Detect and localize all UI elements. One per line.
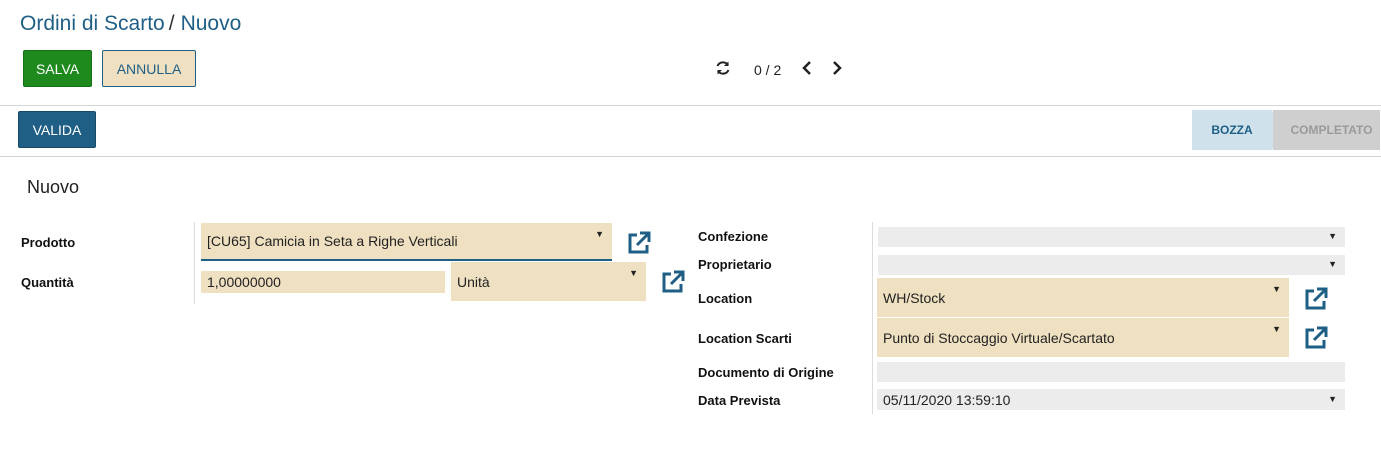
- caret-down-icon[interactable]: ▼: [629, 268, 638, 278]
- date-expected-field[interactable]: 05/11/2020 13:59:10 ▼: [877, 389, 1345, 410]
- caret-down-icon[interactable]: ▼: [1328, 231, 1337, 241]
- column-divider-left: [194, 222, 195, 304]
- chevron-right-icon[interactable]: [826, 60, 848, 81]
- control-panel: Ordini di Scarto / Nuovo SALVA ANNULLA 0 /…: [0, 0, 1381, 106]
- quantity-label: Quantità: [21, 275, 74, 290]
- refresh-icon-glyph: [716, 60, 730, 75]
- breadcrumb: Ordini di Scarto / Nuovo: [20, 12, 241, 36]
- product-field[interactable]: [CU65] Camicia in Seta a Righe Verticali…: [201, 223, 612, 261]
- save-button[interactable]: SALVA: [23, 50, 92, 87]
- scrap-location-label: Location Scarti: [698, 331, 792, 346]
- validate-button[interactable]: VALIDA: [18, 111, 96, 148]
- caret-down-icon[interactable]: ▼: [1328, 259, 1337, 269]
- origin-field[interactable]: [877, 362, 1345, 382]
- page-title: Nuovo: [27, 177, 80, 197]
- column-divider-right: [872, 222, 873, 414]
- quantity-field[interactable]: 1,00000000: [201, 271, 445, 293]
- origin-label: Documento di Origine: [698, 365, 834, 380]
- status-bar: VALIDA BOZZA COMPLETATO: [0, 106, 1381, 157]
- uom-field[interactable]: Unità ▼: [451, 262, 646, 301]
- package-field[interactable]: ▼: [878, 227, 1345, 247]
- date-expected-label: Data Prevista: [698, 393, 781, 408]
- chevron-left-icon[interactable]: [796, 60, 818, 81]
- caret-down-icon[interactable]: ▼: [1272, 284, 1281, 294]
- breadcrumb-separator: /: [168, 12, 175, 35]
- external-link-icon[interactable]: [1303, 286, 1329, 312]
- location-label: Location: [698, 291, 753, 306]
- date-expected-value: 05/11/2020 13:59:10: [883, 391, 1011, 408]
- breadcrumb-current: Nuovo: [180, 12, 242, 35]
- owner-label: Proprietario: [698, 257, 772, 272]
- chevron-right-glyph: [833, 60, 842, 75]
- breadcrumb-parent[interactable]: Ordini di Scarto: [20, 12, 165, 35]
- stage-draft[interactable]: BOZZA: [1192, 110, 1282, 150]
- caret-down-icon[interactable]: ▼: [1328, 394, 1337, 404]
- pager: 0 / 2: [712, 57, 848, 83]
- product-label: Prodotto: [21, 235, 76, 250]
- chevron-left-glyph: [802, 60, 811, 75]
- caret-down-icon[interactable]: ▼: [595, 229, 604, 239]
- cancel-button[interactable]: ANNULLA: [102, 50, 196, 87]
- quantity-value: 1,00000000: [207, 274, 281, 290]
- external-link-icon[interactable]: [1303, 325, 1329, 351]
- scrap-location-field[interactable]: Punto di Stoccaggio Virtuale/Scartato ▼: [877, 318, 1289, 357]
- location-field[interactable]: WH/Stock ▼: [877, 278, 1289, 317]
- owner-field[interactable]: ▼: [878, 255, 1345, 275]
- scrap-location-value: Punto di Stoccaggio Virtuale/Scartato: [883, 329, 1115, 346]
- stage-done[interactable]: COMPLETATO: [1273, 110, 1380, 150]
- location-value: WH/Stock: [883, 289, 946, 306]
- external-link-icon[interactable]: [660, 269, 686, 295]
- uom-value: Unità: [457, 273, 490, 290]
- external-link-icon[interactable]: [626, 230, 652, 256]
- package-label: Confezione: [698, 229, 769, 244]
- refresh-icon[interactable]: [712, 60, 734, 81]
- pager-value[interactable]: 0 / 2: [754, 62, 788, 78]
- product-value: [CU65] Camicia in Seta a Righe Verticali: [207, 233, 458, 249]
- caret-down-icon[interactable]: ▼: [1272, 324, 1281, 334]
